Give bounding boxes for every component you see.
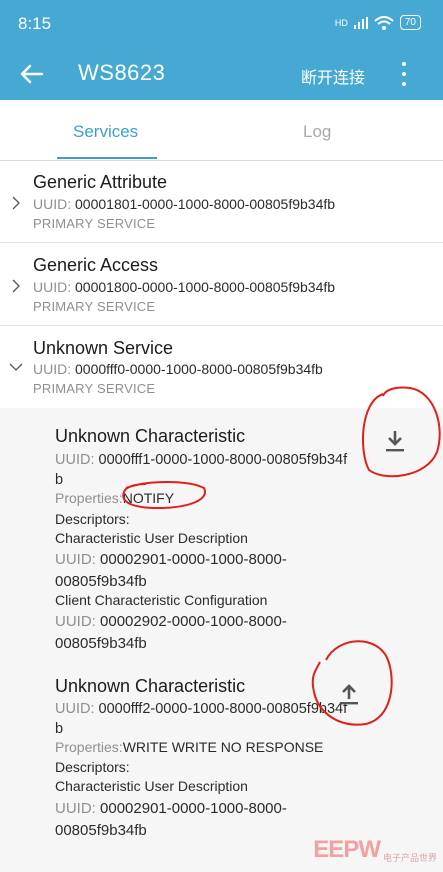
uuid-label: UUID: (33, 279, 72, 295)
uuid-value: 00001800-0000-1000-8000-00805f9b34fb (75, 279, 336, 295)
properties-value: WRITE WRITE NO RESPONSE (122, 739, 324, 755)
tab-services[interactable]: Services (73, 122, 138, 142)
app-bar: WS8623 断开连接 (0, 48, 443, 100)
descriptor-uuid: UUID: 00002901-0000-1000-8000-00805f9b34… (55, 798, 355, 842)
descriptor-name: Characteristic User Description (55, 778, 248, 794)
more-options-icon[interactable] (401, 62, 407, 86)
uuid-value: 0000fff2-0000-1000-8000-00805f9b34fb (55, 701, 348, 737)
service-uuid: UUID: 00001800-0000-1000-8000-00805f9b34… (33, 279, 335, 295)
characteristic-properties: Properties:NOTIFY (55, 490, 174, 506)
disconnect-button[interactable]: 断开连接 (301, 64, 365, 88)
descriptor-uuid: UUID: 00002901-0000-1000-8000-00805f9b34… (55, 549, 355, 593)
descriptors-label: Descriptors: (55, 759, 130, 775)
tab-log[interactable]: Log (303, 122, 331, 142)
descriptor-name: Client Characteristic Configuration (55, 592, 268, 608)
status-time: 8:15 (18, 14, 52, 33)
properties-label: Properties: (55, 739, 123, 755)
watermark-logo: EEPW (313, 836, 381, 863)
properties-value: NOTIFY (122, 490, 175, 506)
characteristic-name: Unknown Characteristic (55, 426, 246, 446)
back-arrow-icon[interactable] (18, 60, 46, 88)
chevron-down-icon (9, 363, 23, 371)
wifi-icon (374, 15, 394, 30)
watermark: EEPW 电子产品世界 (313, 836, 437, 864)
chevron-right-icon (12, 279, 20, 293)
upload-icon[interactable] (334, 677, 364, 707)
characteristic-uuid: UUID: 0000fff1-0000-1000-8000-00805f9b34… (55, 450, 355, 490)
service-name: Unknown Service (33, 338, 174, 358)
uuid-label: UUID: (55, 551, 96, 568)
descriptor-name: Characteristic User Description (55, 530, 248, 546)
service-item[interactable]: Unknown Service UUID: 0000fff0-0000-1000… (0, 326, 443, 408)
uuid-label: UUID: (33, 196, 72, 212)
signal-icon: HD (334, 17, 348, 28)
device-title: WS8623 (78, 60, 166, 85)
service-type: PRIMARY SERVICE (33, 299, 156, 314)
service-uuid: UUID: 00001801-0000-1000-8000-00805f9b34… (33, 196, 335, 212)
uuid-value: 0000fff1-0000-1000-8000-00805f9b34fb (55, 452, 348, 488)
uuid-value: 0000fff0-0000-1000-8000-00805f9b34fb (75, 361, 323, 377)
status-bar: 8:15 HD 70 (0, 0, 443, 48)
watermark-subtitle: 电子产品世界 (382, 853, 437, 863)
cellular-icon (353, 16, 368, 29)
status-icons: HD 70 (335, 15, 421, 30)
descriptor-uuid: UUID: 00002902-0000-1000-8000-00805f9b34… (55, 611, 355, 655)
characteristic-name: Unknown Characteristic (55, 676, 246, 696)
service-item[interactable]: Generic Attribute UUID: 00001801-0000-10… (0, 160, 443, 242)
download-icon[interactable] (380, 426, 410, 456)
chevron-right-icon (12, 196, 20, 210)
properties-label: Properties: (55, 490, 123, 506)
service-item[interactable]: Generic Access UUID: 00001800-0000-1000-… (0, 243, 443, 325)
uuid-label: UUID: (33, 361, 72, 377)
battery-icon: 70 (399, 15, 421, 30)
uuid-label: UUID: (55, 613, 96, 630)
characteristics-panel: Unknown Characteristic UUID: 0000fff1-00… (0, 408, 443, 872)
service-name: Generic Access (33, 255, 159, 275)
uuid-value: 00001801-0000-1000-8000-00805f9b34fb (75, 196, 336, 212)
tab-bar: Services Log (0, 100, 443, 161)
uuid-label: UUID: (55, 701, 95, 717)
service-type: PRIMARY SERVICE (33, 216, 156, 231)
service-name: Generic Attribute (33, 172, 168, 192)
tab-indicator (57, 157, 157, 159)
descriptors-label: Descriptors: (55, 511, 130, 527)
uuid-label: UUID: (55, 800, 96, 817)
characteristic-uuid: UUID: 0000fff2-0000-1000-8000-00805f9b34… (55, 699, 355, 739)
uuid-label: UUID: (55, 452, 95, 468)
service-uuid: UUID: 0000fff0-0000-1000-8000-00805f9b34… (33, 361, 323, 377)
service-type: PRIMARY SERVICE (33, 381, 156, 396)
characteristic-properties: Properties:WRITE WRITE NO RESPONSE (55, 739, 323, 755)
